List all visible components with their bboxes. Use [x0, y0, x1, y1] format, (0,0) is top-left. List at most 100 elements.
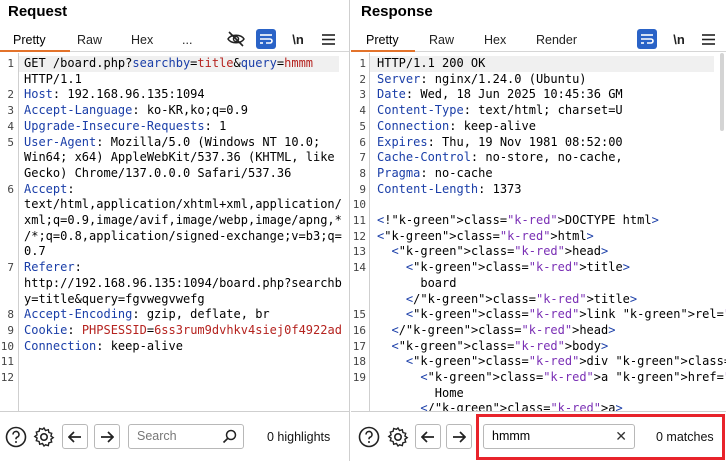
request-code[interactable]: GET /board.php?searchby=title&query=hmmm…	[24, 56, 342, 386]
code-line[interactable]: Host: 192.168.96.135:1094	[24, 87, 342, 103]
arrow-right-icon[interactable]	[446, 424, 472, 449]
wrap-icon[interactable]	[256, 29, 276, 49]
code-line[interactable]: HTTP/1.1 200 OK	[377, 56, 726, 72]
request-pane: Request Pretty Raw Hex ... \n 1234567891…	[0, 0, 350, 461]
line-number: 14	[352, 261, 366, 275]
code-line[interactable]: ​	[24, 370, 342, 386]
active-tab-indicator	[0, 50, 70, 52]
code-line[interactable]: Content-Type: text/html; charset=U	[377, 103, 726, 119]
line-number: 10	[352, 198, 366, 212]
code-line[interactable]: </"k-green">class="k-red">title>	[377, 292, 726, 308]
code-line[interactable]: <"k-green">class="k-red">body>	[377, 339, 726, 355]
line-number: 19	[352, 371, 366, 384]
code-line[interactable]: </"k-green">class="k-red">a>	[377, 401, 726, 411]
code-line[interactable]: <!"k-green">class="k-red">DOCTYPE html>	[377, 213, 726, 229]
response-editor[interactable]: 1 2 3 4 5 6 7 8 9 10 11 12 13 14 15 16 17 18 19 HTTP/1.1 2…	[351, 53, 726, 411]
help-icon[interactable]	[4, 425, 28, 449]
code-line[interactable]: Referer:	[24, 260, 342, 276]
code-line[interactable]: Accept-Encoding: gzip, deflate, br	[24, 307, 342, 323]
line-number: 2	[359, 72, 366, 86]
line-number: 4	[359, 104, 366, 118]
code-line[interactable]: <"k-green">class="k-red">html>	[377, 229, 726, 245]
tab-render[interactable]: Render	[536, 33, 577, 47]
code-line[interactable]: 0.7	[24, 244, 342, 260]
tab-pretty[interactable]: Pretty	[366, 33, 399, 47]
code-line[interactable]: text/html,application/xhtml+xml,applicat…	[24, 197, 342, 213]
response-code[interactable]: HTTP/1.1 200 OK Server: nginx/1.24.0 (Ubu…	[377, 56, 726, 411]
code-line[interactable]: Accept:	[24, 182, 342, 198]
code-line[interactable]: <"k-green">class="k-red">a "k-green">hre…	[377, 370, 726, 386]
line-number: 5	[359, 119, 366, 133]
code-line[interactable]: User-Agent: Mozilla/5.0 (Windows NT 10.0…	[24, 135, 342, 151]
request-editor[interactable]: 1 2 3 4 5 6 7 8 9 10 11 12 GET /board.php?searchby=…	[0, 53, 349, 411]
arrow-left-icon[interactable]	[415, 424, 441, 449]
line-number: 11	[0, 355, 14, 369]
code-line[interactable]: Home	[377, 386, 726, 402]
tab-more[interactable]: ...	[182, 33, 192, 47]
code-line[interactable]: http://192.168.96.135:1094/board.php?sea…	[24, 276, 342, 292]
newline-toggle-icon[interactable]: \n	[288, 29, 308, 49]
code-line[interactable]: board	[377, 276, 726, 292]
gear-icon[interactable]	[386, 425, 410, 449]
tab-raw[interactable]: Raw	[77, 33, 102, 47]
line-number: 6	[359, 135, 366, 149]
code-line[interactable]: ​	[377, 197, 726, 213]
code-line[interactable]: Accept-Language: ko-KR,ko;q=0.9	[24, 103, 342, 119]
code-line[interactable]: Server: nginx/1.24.0 (Ubuntu)	[377, 72, 726, 88]
code-line[interactable]: Expires: Thu, 19 Nov 1981 08:52:00	[377, 135, 726, 151]
code-line[interactable]: ​	[24, 354, 342, 370]
code-line[interactable]: Gecko) Chrome/137.0.0.0 Safari/537.36	[24, 166, 342, 182]
tab-hex[interactable]: Hex	[484, 33, 506, 47]
code-line[interactable]: Connection: keep-alive	[24, 339, 342, 355]
hamburger-menu-icon[interactable]	[318, 29, 338, 49]
code-line[interactable]: Date: Wed, 18 Jun 2025 10:45:36 GM	[377, 87, 726, 103]
line-number: 3	[359, 88, 366, 102]
code-line[interactable]: <"k-green">class="k-red">title>	[377, 260, 726, 276]
search-icon[interactable]	[222, 429, 237, 449]
request-search-box[interactable]	[128, 424, 244, 449]
code-line[interactable]: HTTP/1.1	[24, 72, 342, 88]
arrow-right-icon[interactable]	[94, 424, 120, 449]
code-line[interactable]: xml;q=0.9,image/avif,image/webp,image/ap…	[24, 213, 342, 229]
code-line[interactable]: <"k-green">class="k-red">link "k-green">…	[377, 307, 726, 323]
code-line[interactable]: Win64; x64) AppleWebKit/537.36 (KHTML, l…	[24, 150, 342, 166]
tab-pretty[interactable]: Pretty	[13, 33, 46, 47]
code-line[interactable]: /*;q=0.8,application/signed-exchange;v=b…	[24, 229, 342, 245]
help-icon[interactable]	[357, 425, 381, 449]
line-number: 11	[352, 214, 366, 227]
tab-raw[interactable]: Raw	[429, 33, 454, 47]
line-number: 5	[7, 135, 14, 149]
response-bottombar: ✕ 0 matches	[351, 411, 726, 461]
tab-hex[interactable]: Hex	[131, 33, 153, 47]
request-search-input[interactable]	[137, 429, 217, 443]
request-title: Request	[8, 3, 68, 20]
line-number: 9	[359, 182, 366, 196]
code-line[interactable]: <"k-green">class="k-red">div "k-green">c…	[377, 354, 726, 370]
request-bottombar: 0 highlights	[0, 411, 349, 461]
line-number: 8	[359, 166, 366, 180]
code-line[interactable]: Upgrade-Insecure-Requests: 1	[24, 119, 342, 135]
line-number: 12	[352, 229, 366, 243]
code-line[interactable]: <"k-green">class="k-red">head>	[377, 244, 726, 260]
hamburger-menu-icon[interactable]	[698, 29, 718, 49]
code-line[interactable]: Cache-Control: no-store, no-cache,	[377, 150, 726, 166]
wrap-icon[interactable]	[637, 29, 657, 49]
line-number: 13	[352, 245, 366, 259]
gear-icon[interactable]	[32, 425, 56, 449]
line-number: 10	[0, 339, 14, 353]
line-number: 2	[7, 88, 14, 102]
line-number: 9	[7, 323, 14, 337]
code-line[interactable]: Pragma: no-cache	[377, 166, 726, 182]
response-scrollbar[interactable]	[720, 53, 724, 131]
code-line[interactable]: y=title&query=fgvwegvwefg	[24, 292, 342, 308]
code-line[interactable]: Connection: keep-alive	[377, 119, 726, 135]
line-number: 16	[352, 323, 366, 337]
response-pane: Response Pretty Raw Hex Render \n 123456…	[351, 0, 726, 461]
eye-off-icon[interactable]	[226, 29, 246, 49]
code-line[interactable]: Cookie: PHPSESSID=6ss3rum9dvhkv4siej0f49…	[24, 323, 342, 339]
code-line[interactable]: </"k-green">class="k-red">head>	[377, 323, 726, 339]
code-line[interactable]: GET /board.php?searchby=title&query=hmmm	[24, 56, 342, 72]
code-line[interactable]: Content-Length: 1373	[377, 182, 726, 198]
arrow-left-icon[interactable]	[62, 424, 88, 449]
newline-toggle-icon[interactable]: \n	[669, 29, 689, 49]
